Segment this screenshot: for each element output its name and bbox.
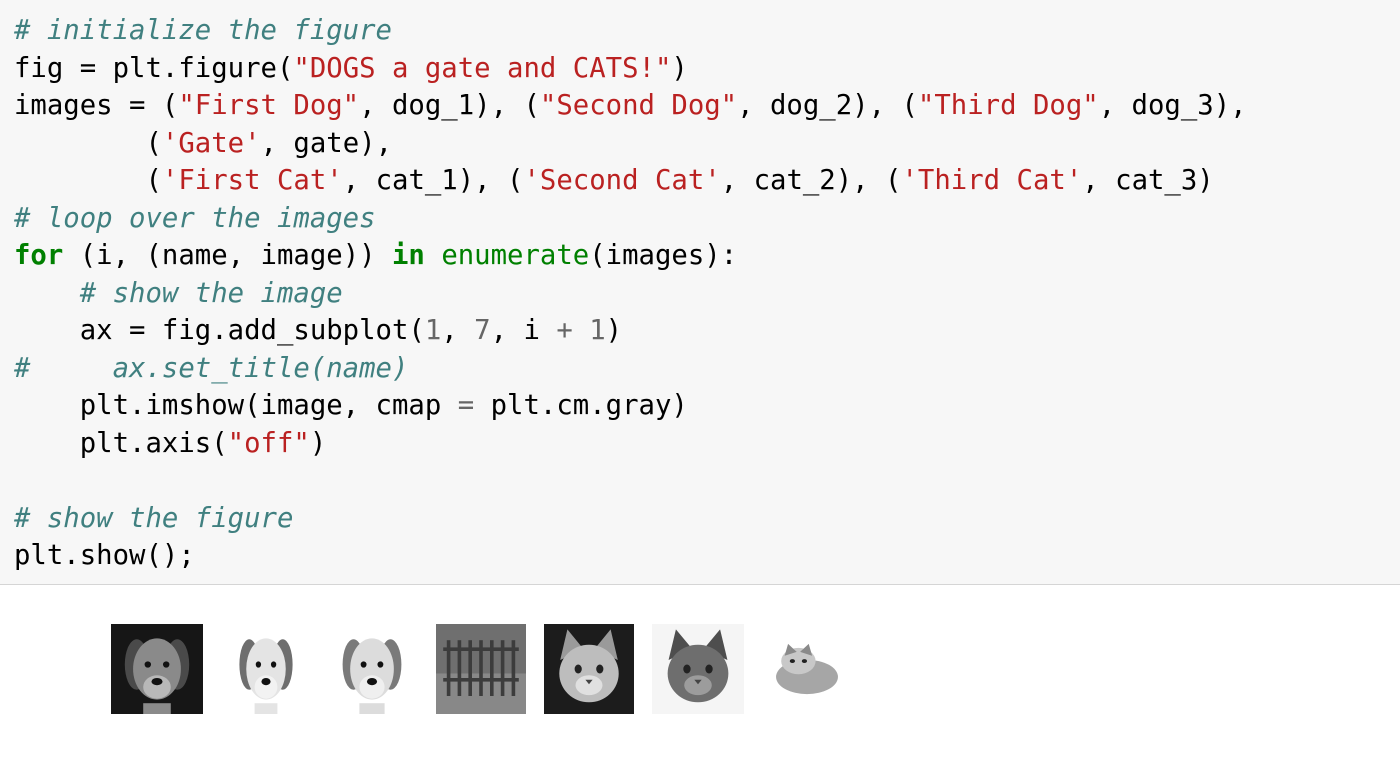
code-line: ('First Cat', cat_1), ('Second Cat', cat… bbox=[14, 162, 1247, 200]
code-token: 'Second Cat' bbox=[523, 165, 721, 196]
code-token: , dog_1), ( bbox=[359, 90, 540, 121]
code-token: in bbox=[392, 240, 425, 271]
code-token: "DOGS a gate and CATS!" bbox=[293, 52, 672, 84]
tabby-cat-icon bbox=[652, 624, 744, 714]
kitten-portrait-icon bbox=[544, 624, 634, 714]
code-token: ( bbox=[14, 165, 162, 196]
fluffy-kitten-icon bbox=[764, 636, 850, 702]
code-line: ('Gate', gate), bbox=[14, 125, 1247, 163]
code-line: plt.imshow(image, cmap = plt.cm.gray) bbox=[14, 387, 1247, 425]
code-token: "Second Dog" bbox=[539, 90, 738, 121]
code-token: , gate), bbox=[260, 127, 393, 159]
code-token: 1 bbox=[424, 315, 442, 346]
code-line: plt.show(); bbox=[14, 537, 1247, 575]
code-line: ax = fig.add_subplot(1, 7, i + 1) bbox=[14, 312, 1247, 350]
code-token: 'Gate' bbox=[161, 127, 261, 159]
code-token: plt.imshow(image, cmap bbox=[14, 390, 458, 421]
code-token: "First Dog" bbox=[178, 90, 360, 121]
code-line: images = ("First Dog", dog_1), ("Second … bbox=[14, 87, 1247, 125]
code-line: fig = plt.figure("DOGS a gate and CATS!"… bbox=[14, 50, 1247, 88]
code-line: # ax.set_title(name) bbox=[14, 350, 1247, 388]
code-line: # initialize the figure bbox=[14, 12, 1247, 50]
code-token: plt.cm.gray) bbox=[474, 390, 688, 421]
code-token: for bbox=[14, 240, 64, 271]
code-token: , cat_3) bbox=[1082, 165, 1214, 196]
code-token: ax = fig.add_subplot( bbox=[14, 315, 425, 346]
code-editor[interactable]: # initialize the figure fig = plt.figure(… bbox=[14, 12, 1247, 575]
code-token: plt.show(); bbox=[14, 540, 195, 571]
code-token: "Third Dog" bbox=[917, 90, 1099, 121]
code-token: 1 bbox=[589, 315, 606, 346]
code-token: ) bbox=[671, 52, 688, 84]
code-token: , dog_3), bbox=[1098, 90, 1247, 121]
code-token: = bbox=[457, 390, 475, 421]
code-token: 'First Cat' bbox=[161, 165, 343, 196]
gate-image-icon bbox=[436, 624, 526, 714]
code-token: # show the figure bbox=[14, 502, 294, 534]
code-token: (images): bbox=[589, 240, 738, 271]
code-token: + bbox=[556, 315, 573, 346]
code-token: fig = plt.figure( bbox=[14, 52, 294, 84]
code-token: enumerate bbox=[441, 240, 590, 271]
code-line: # show the image bbox=[14, 275, 1247, 313]
code-token: images = ( bbox=[14, 90, 179, 121]
code-line: for (i, (name, image)) in enumerate(imag… bbox=[14, 237, 1247, 275]
code-token: (i, (name, image)) bbox=[63, 240, 392, 271]
code-token: # show the image bbox=[79, 277, 343, 309]
code-token: , i bbox=[490, 315, 557, 346]
code-token: ( bbox=[14, 127, 162, 159]
dog-portrait-icon bbox=[111, 624, 203, 714]
code-token: "off" bbox=[227, 427, 310, 459]
code-line: # show the figure bbox=[14, 500, 1247, 538]
code-line: # loop over the images bbox=[14, 200, 1247, 238]
puppy-portrait-icon bbox=[228, 624, 304, 714]
code-token: # ax.set_title(name) bbox=[14, 352, 409, 384]
code-token: , cat_1), ( bbox=[342, 165, 524, 196]
code-token: 'Third Cat' bbox=[901, 165, 1083, 196]
output-area bbox=[0, 586, 1400, 767]
code-token: # initialize the figure bbox=[14, 15, 392, 46]
code-cell[interactable]: # initialize the figure fig = plt.figure(… bbox=[0, 0, 1400, 585]
puppy-portrait-icon bbox=[330, 624, 414, 714]
code-token: ) bbox=[309, 427, 327, 459]
code-token: , bbox=[441, 315, 475, 346]
code-line: plt.axis("off") bbox=[14, 425, 1247, 463]
code-token: , cat_2), ( bbox=[720, 165, 902, 196]
code-token: , dog_2), ( bbox=[737, 90, 918, 121]
code-token: 7 bbox=[474, 315, 491, 346]
code-token: # loop over the images bbox=[14, 202, 376, 234]
code-token: ) bbox=[605, 315, 623, 346]
code-token: plt.axis( bbox=[14, 427, 228, 459]
